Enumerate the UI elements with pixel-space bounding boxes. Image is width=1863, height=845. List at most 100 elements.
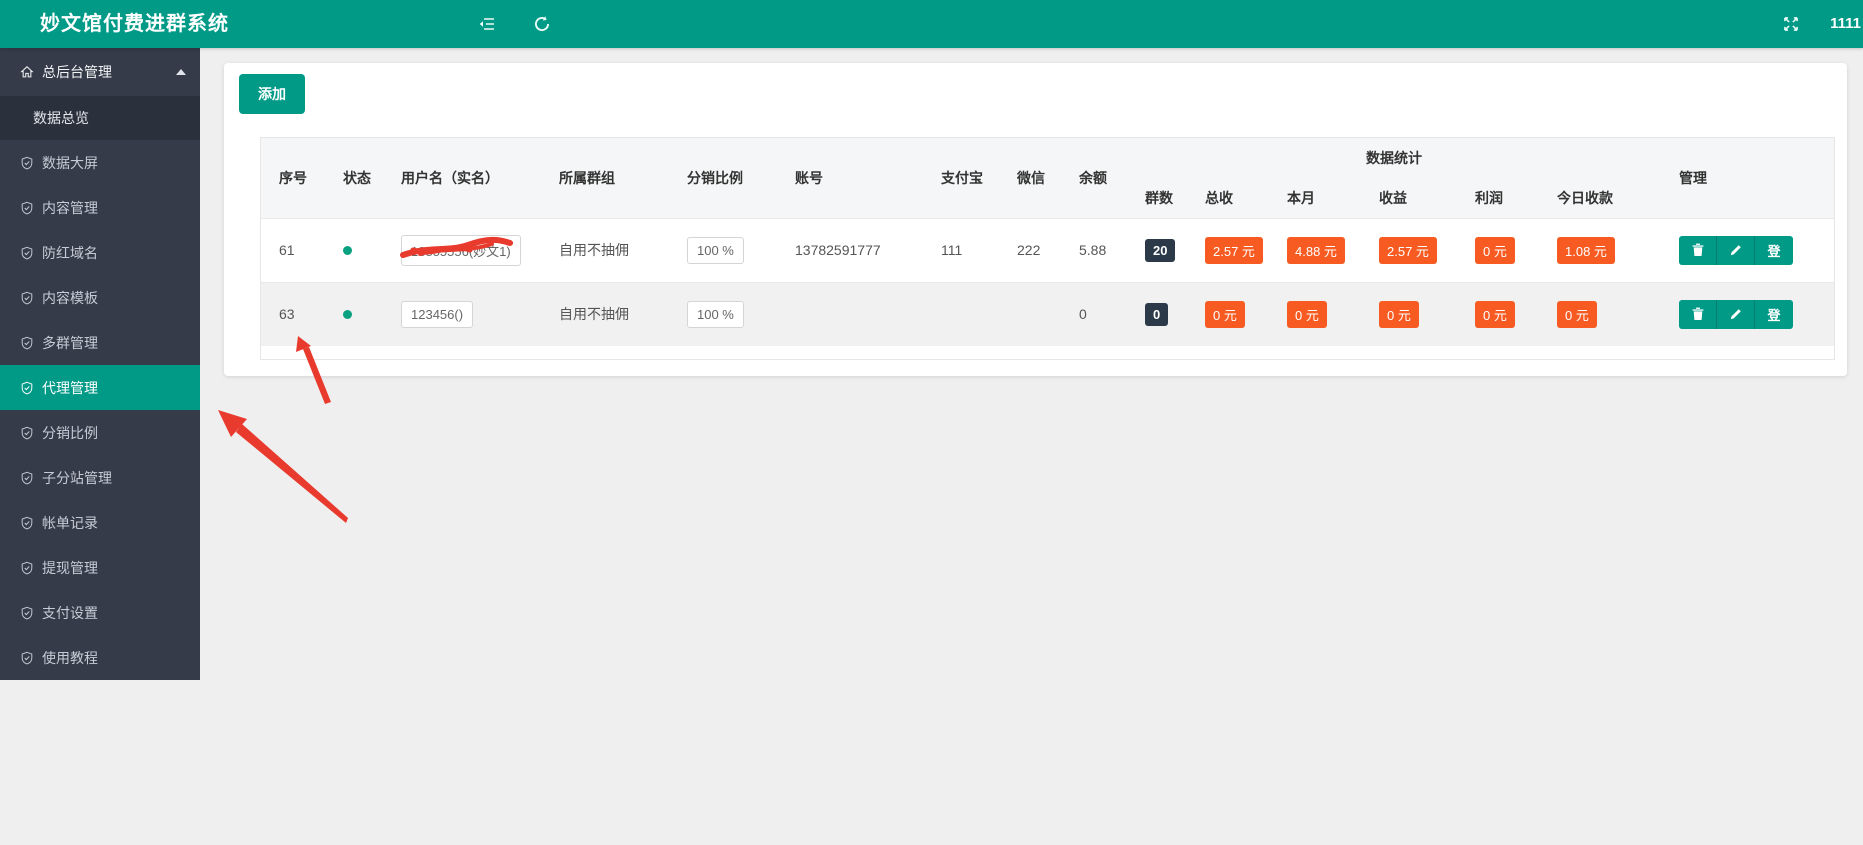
fullscreen-icon[interactable] — [1782, 15, 1800, 33]
sidebar-item-label: 提现管理 — [42, 559, 98, 576]
shield-check-icon — [21, 426, 33, 439]
refresh-icon[interactable] — [533, 15, 551, 33]
sidebar-item-withdraw-manage[interactable]: 提现管理 — [0, 545, 200, 590]
collapse-sidebar-icon[interactable] — [478, 15, 496, 33]
cell-wechat: 222 — [1017, 242, 1041, 258]
col-manage: 管理 — [1661, 138, 1834, 218]
home-icon — [20, 66, 34, 78]
shield-check-icon — [21, 471, 33, 484]
delete-button[interactable] — [1679, 299, 1718, 329]
cell-groups: 20 — [1127, 218, 1187, 282]
total-badge: 0 元 — [1205, 300, 1245, 328]
sidebar-item-antired-domain[interactable]: 防红域名 — [0, 230, 200, 275]
col-alipay: 支付宝 — [923, 138, 999, 218]
shield-check-icon — [21, 381, 33, 394]
app-title: 妙文馆付费进群系统 — [40, 13, 229, 35]
cell-account: 13782591777 — [795, 242, 881, 258]
sidebar-item-label: 防红域名 — [42, 244, 98, 261]
edit-button[interactable] — [1717, 299, 1756, 329]
col-balance: 余额 — [1061, 138, 1127, 218]
col-month: 本月 — [1269, 178, 1361, 218]
sidebar-item-admin-root[interactable]: 总后台管理 — [0, 48, 200, 96]
trash-icon — [1692, 243, 1703, 256]
cell-seq: 61 — [279, 242, 295, 258]
groups-badge: 20 — [1145, 238, 1176, 262]
add-button[interactable]: 添加 — [239, 74, 305, 114]
cell-group: 自用不抽佣 — [559, 242, 629, 258]
sidebar-item-payment-settings[interactable]: 支付设置 — [0, 590, 200, 635]
user-badge[interactable]: 1111 — [1830, 0, 1861, 48]
cell-total: 2.57 元 — [1187, 218, 1269, 282]
edit-button[interactable] — [1717, 235, 1756, 265]
groups-badge: 0 — [1145, 302, 1169, 326]
cell-profit: 0 元 — [1457, 282, 1539, 346]
shield-check-icon — [21, 156, 33, 169]
col-ratio: 分销比例 — [669, 138, 777, 218]
shield-check-icon — [21, 651, 33, 664]
cell-total: 0 元 — [1187, 282, 1269, 346]
cell-month: 0 元 — [1269, 282, 1361, 346]
col-groups: 群数 — [1127, 178, 1187, 218]
cell-today: 0 元 — [1539, 282, 1661, 346]
sidebar: 总后台管理 数据总览 数据大屏 内容管理 防红域名 内容模板 多群管理 代理管理… — [0, 48, 200, 680]
sidebar-item-label: 内容管理 — [42, 199, 98, 216]
sidebar-item-label: 内容模板 — [42, 289, 98, 306]
sidebar-item-data-screen[interactable]: 数据大屏 — [0, 140, 200, 185]
cell-ratio: 100 % — [669, 282, 777, 346]
table-row: 61 13855556(妙文1) 自用不抽佣 100 % 13782591777… — [261, 218, 1834, 282]
sidebar-item-label: 代理管理 — [42, 379, 98, 396]
table-row: 63 123456() 自用不抽佣 100 % 0 0 0 元 0 元 0 元 … — [261, 282, 1834, 346]
login-as-button[interactable]: 登 — [1755, 235, 1794, 265]
agent-table-panel: 序号 状态 用户名（实名） 所属群组 分销比例 账号 支付宝 微信 余额 数据统… — [260, 137, 1835, 360]
cell-income: 2.57 元 — [1361, 218, 1457, 282]
cell-alipay — [923, 282, 999, 346]
agent-table: 序号 状态 用户名（实名） 所属群组 分销比例 账号 支付宝 微信 余额 数据统… — [261, 138, 1834, 346]
username-input[interactable]: 13855556(妙文1) — [401, 234, 521, 266]
col-wechat: 微信 — [999, 138, 1061, 218]
today-badge: 0 元 — [1557, 300, 1597, 328]
col-stats-group: 数据统计 — [1127, 138, 1662, 178]
sidebar-item-content-manage[interactable]: 内容管理 — [0, 185, 200, 230]
income-badge: 2.57 元 — [1379, 236, 1437, 264]
sidebar-item-label: 帐单记录 — [42, 514, 98, 531]
shield-check-icon — [21, 516, 33, 529]
shield-check-icon — [21, 606, 33, 619]
delete-button[interactable] — [1679, 235, 1718, 265]
col-profit: 利润 — [1457, 178, 1539, 218]
caret-up-icon — [176, 69, 186, 75]
cell-status — [325, 282, 383, 346]
col-account: 账号 — [777, 138, 923, 218]
col-total: 总收 — [1187, 178, 1269, 218]
app-header: 妙文馆付费进群系统 1111 — [0, 0, 1863, 48]
cell-ratio: 100 % — [669, 218, 777, 282]
profit-badge: 0 元 — [1475, 300, 1515, 328]
ratio-input[interactable]: 100 % — [687, 300, 744, 328]
sidebar-item-bill-record[interactable]: 帐单记录 — [0, 500, 200, 545]
shield-check-icon — [21, 561, 33, 574]
cell-profit: 0 元 — [1457, 218, 1539, 282]
shield-check-icon — [21, 336, 33, 349]
username-input[interactable]: 123456() — [401, 300, 474, 328]
profit-badge: 0 元 — [1475, 236, 1515, 264]
sidebar-item-label: 使用教程 — [42, 649, 98, 666]
sidebar-item-content-template[interactable]: 内容模板 — [0, 275, 200, 320]
cell-group: 自用不抽佣 — [559, 306, 629, 323]
sidebar-item-multi-group[interactable]: 多群管理 — [0, 320, 200, 365]
total-badge: 2.57 元 — [1205, 236, 1263, 264]
login-as-button[interactable]: 登 — [1755, 299, 1794, 329]
today-badge: 1.08 元 — [1557, 236, 1615, 264]
cell-wechat — [999, 282, 1061, 346]
pencil-icon — [1730, 309, 1741, 320]
sidebar-item-tutorial[interactable]: 使用教程 — [0, 635, 200, 680]
sidebar-item-substation-manage[interactable]: 子分站管理 — [0, 455, 200, 500]
sidebar-item-data-overview[interactable]: 数据总览 — [0, 96, 200, 140]
status-dot — [343, 310, 352, 320]
sidebar-item-label: 子分站管理 — [42, 469, 112, 486]
ratio-input[interactable]: 100 % — [687, 236, 744, 264]
sidebar-item-label: 多群管理 — [42, 334, 98, 351]
shield-check-icon — [21, 246, 33, 259]
sidebar-item-agent-manage[interactable]: 代理管理 — [0, 365, 200, 410]
sidebar-item-commission-ratio[interactable]: 分销比例 — [0, 410, 200, 455]
cell-month: 4.88 元 — [1269, 218, 1361, 282]
col-status: 状态 — [325, 138, 383, 218]
